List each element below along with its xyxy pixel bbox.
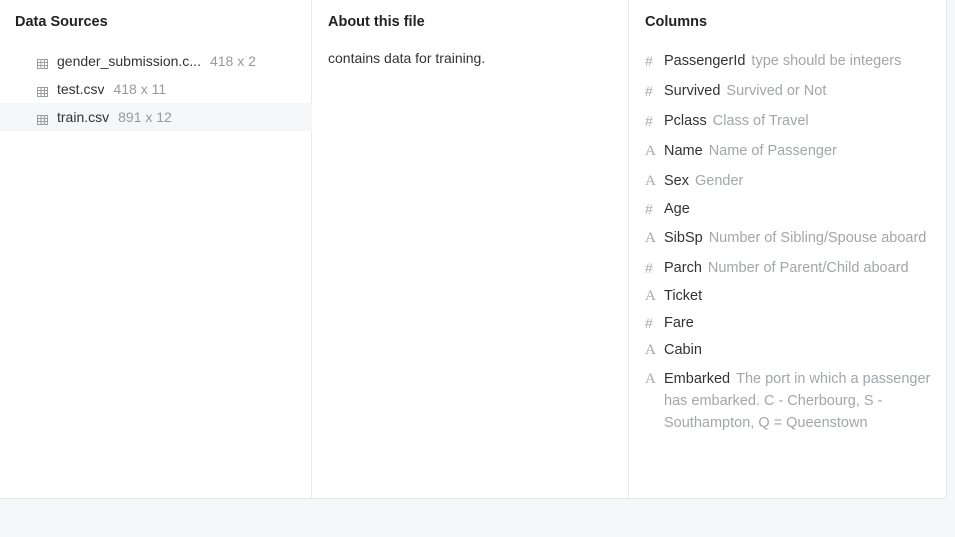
text-type-icon: A — [645, 143, 656, 159]
column-name: Age — [664, 201, 690, 217]
column-name: Parch — [664, 260, 702, 276]
file-item-gender-submission[interactable]: gender_submission.c... 418 x 2 — [0, 47, 312, 75]
column-item-ticket: A Ticket — [645, 285, 935, 307]
numeric-type-icon: # — [645, 201, 653, 217]
file-dims: 891 x 12 — [118, 109, 172, 125]
column-item-name: A Name Name of Passenger — [645, 140, 935, 162]
table-icon — [37, 84, 48, 97]
column-item-age: # Age — [645, 198, 935, 220]
table-icon — [37, 112, 48, 125]
columns-column: Columns # PassengerId type should be inte… — [629, 0, 946, 498]
column-item-fare: # Fare — [645, 312, 935, 334]
text-type-icon: A — [645, 173, 656, 189]
table-icon — [37, 56, 48, 69]
about-file-title: About this file — [328, 14, 425, 30]
about-file-column: About this file contains data for traini… — [312, 0, 629, 498]
file-dims: 418 x 11 — [113, 81, 167, 97]
column-name: Name — [664, 143, 703, 159]
column-item-sex: A Sex Gender — [645, 170, 935, 192]
numeric-type-icon: # — [645, 83, 653, 99]
text-type-icon: A — [645, 288, 656, 304]
file-dims: 418 x 2 — [209, 53, 256, 69]
file-list: gender_submission.c... 418 x 2 test.csv … — [0, 47, 312, 131]
column-description: Survived or Not — [726, 83, 827, 99]
column-name: Fare — [664, 315, 694, 331]
column-item-survived: # Survived Survived or Not — [645, 80, 935, 102]
column-description: Class of Travel — [712, 113, 809, 129]
data-explorer-panel: Data Sources gender_submission.c... 418 … — [0, 0, 947, 499]
column-name: Cabin — [664, 342, 702, 358]
column-description: Gender — [695, 173, 744, 189]
about-file-description: contains data for training. — [328, 50, 486, 66]
columns-title: Columns — [645, 14, 708, 30]
file-name: test.csv — [57, 81, 105, 97]
file-name: gender_submission.c... — [57, 53, 201, 69]
column-name: PassengerId — [664, 53, 746, 69]
column-name: Sex — [664, 173, 689, 189]
column-name: Ticket — [664, 288, 703, 304]
text-type-icon: A — [645, 230, 656, 246]
column-description: Number of Parent/Child aboard — [707, 260, 909, 276]
numeric-type-icon: # — [645, 260, 653, 276]
data-sources-title: Data Sources — [15, 14, 108, 30]
column-item-embarked: A Embarked The port in which a passenger … — [645, 368, 935, 434]
text-type-icon: A — [645, 342, 656, 358]
column-item-cabin: A Cabin — [645, 339, 935, 361]
column-name: Embarked — [664, 371, 731, 387]
column-description: type should be integers — [751, 53, 902, 69]
file-name: train.csv — [57, 109, 110, 125]
column-name: SibSp — [664, 230, 703, 246]
numeric-type-icon: # — [645, 113, 653, 129]
file-item-train[interactable]: train.csv 891 x 12 — [0, 103, 312, 131]
column-item-pclass: # Pclass Class of Travel — [645, 110, 935, 132]
column-item-sibsp: A SibSp Number of Sibling/Spouse aboard — [645, 227, 935, 249]
column-name: Pclass — [664, 113, 707, 129]
columns-list: # PassengerId type should be integers # S… — [645, 50, 935, 434]
numeric-type-icon: # — [645, 53, 653, 69]
numeric-type-icon: # — [645, 315, 653, 331]
column-item-passengerid: # PassengerId type should be integers — [645, 50, 935, 72]
data-sources-column: Data Sources gender_submission.c... 418 … — [0, 0, 312, 498]
column-description: Name of Passenger — [708, 143, 837, 159]
file-item-test[interactable]: test.csv 418 x 11 — [0, 75, 312, 103]
column-description: Number of Sibling/Spouse aboard — [708, 230, 927, 246]
text-type-icon: A — [645, 371, 656, 387]
column-item-parch: # Parch Number of Parent/Child aboard — [645, 257, 935, 279]
column-name: Survived — [664, 83, 721, 99]
